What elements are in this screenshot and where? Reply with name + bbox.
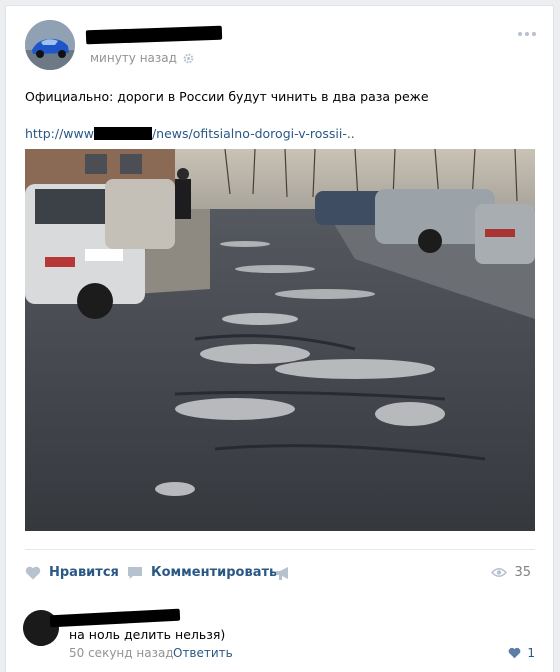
comment-time[interactable]: 50 секунд назад	[69, 646, 174, 660]
post-link-prefix[interactable]: http://www	[25, 126, 94, 141]
comment-item: на ноль делить нельзя) 50 секунд назад О…	[5, 594, 554, 672]
like-label[interactable]: Нравится	[49, 565, 119, 580]
comment-like-count: 1	[527, 646, 535, 660]
post-meta: минуту назад	[90, 51, 194, 65]
post-divider	[25, 549, 535, 550]
more-options-icon[interactable]	[518, 32, 536, 36]
like-button[interactable]: Нравится	[25, 565, 119, 580]
views-count: 35	[514, 565, 531, 580]
eye-icon	[491, 567, 508, 578]
gear-icon	[183, 53, 194, 63]
heart-icon	[25, 566, 41, 579]
redacted-commenter-name	[49, 608, 181, 628]
comment-label[interactable]: Комментировать	[151, 565, 277, 580]
post-link-suffix[interactable]: /news/ofitsialno-dorogi-v-rossii-..	[152, 126, 355, 141]
comment-like-button[interactable]: 1	[508, 646, 535, 660]
redacted-link-part	[93, 127, 152, 140]
comment-icon	[128, 566, 142, 579]
redacted-author-name	[85, 25, 223, 45]
reply-button[interactable]: Ответить	[173, 646, 233, 660]
megaphone-icon[interactable]	[275, 566, 291, 581]
views-counter: 35	[491, 565, 531, 580]
post-link[interactable]: http://www /news/ofitsialno-dorogi-v-ros…	[25, 126, 355, 141]
commenter-avatar[interactable]	[20, 607, 62, 649]
comment-text: на ноль делить нельзя)	[69, 627, 226, 642]
comment-button[interactable]: Комментировать	[127, 565, 277, 580]
post-time[interactable]: минуту назад	[90, 51, 177, 65]
post-text: Официально: дороги в России будут чинить…	[25, 89, 429, 104]
post-card: минуту назад Официально: дороги в России…	[5, 5, 554, 597]
heart-icon	[508, 647, 521, 659]
author-avatar[interactable]	[25, 20, 75, 70]
post-photo[interactable]	[25, 149, 535, 531]
